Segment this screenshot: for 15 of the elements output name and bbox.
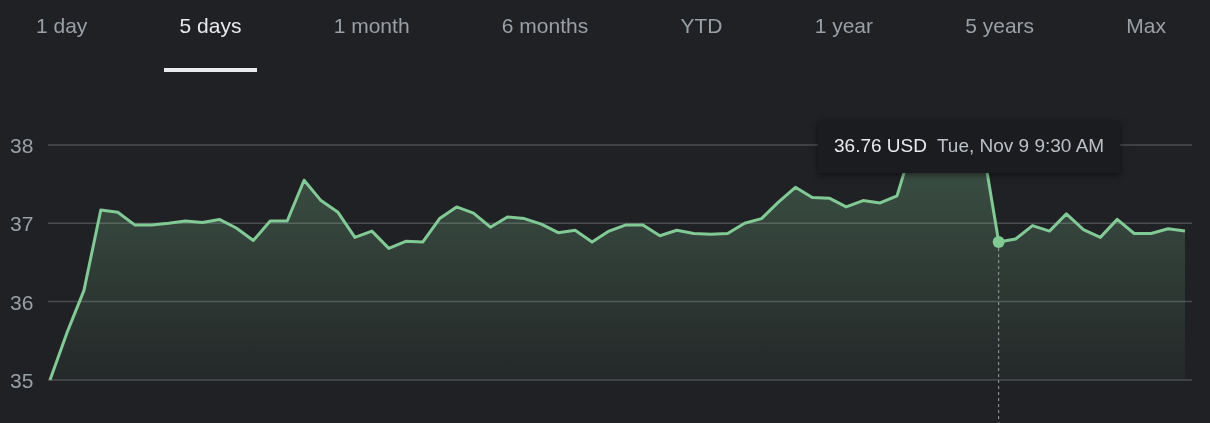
range-tab[interactable]: 5 days bbox=[163, 0, 258, 72]
range-tab[interactable]: 1 year bbox=[798, 0, 889, 72]
range-tab[interactable]: 6 months bbox=[485, 0, 605, 72]
hover-point bbox=[992, 236, 1005, 249]
axis-label: 38 bbox=[10, 134, 34, 157]
axis-label: 35 bbox=[10, 368, 34, 392]
date-time: Tue, Nov 9 9:30 AM bbox=[936, 135, 1105, 156]
axis-label: 36 bbox=[10, 290, 34, 314]
range-tab[interactable]: YTD bbox=[664, 0, 739, 72]
range-tab[interactable]: 5 years bbox=[949, 0, 1051, 72]
axis-label: 37 bbox=[10, 212, 34, 236]
range-tab[interactable]: 1 day bbox=[20, 0, 104, 72]
price-value: 36.76 USD bbox=[834, 135, 927, 156]
range-tab[interactable]: 1 month bbox=[317, 0, 426, 72]
range-tab[interactable]: Max bbox=[1110, 0, 1182, 72]
